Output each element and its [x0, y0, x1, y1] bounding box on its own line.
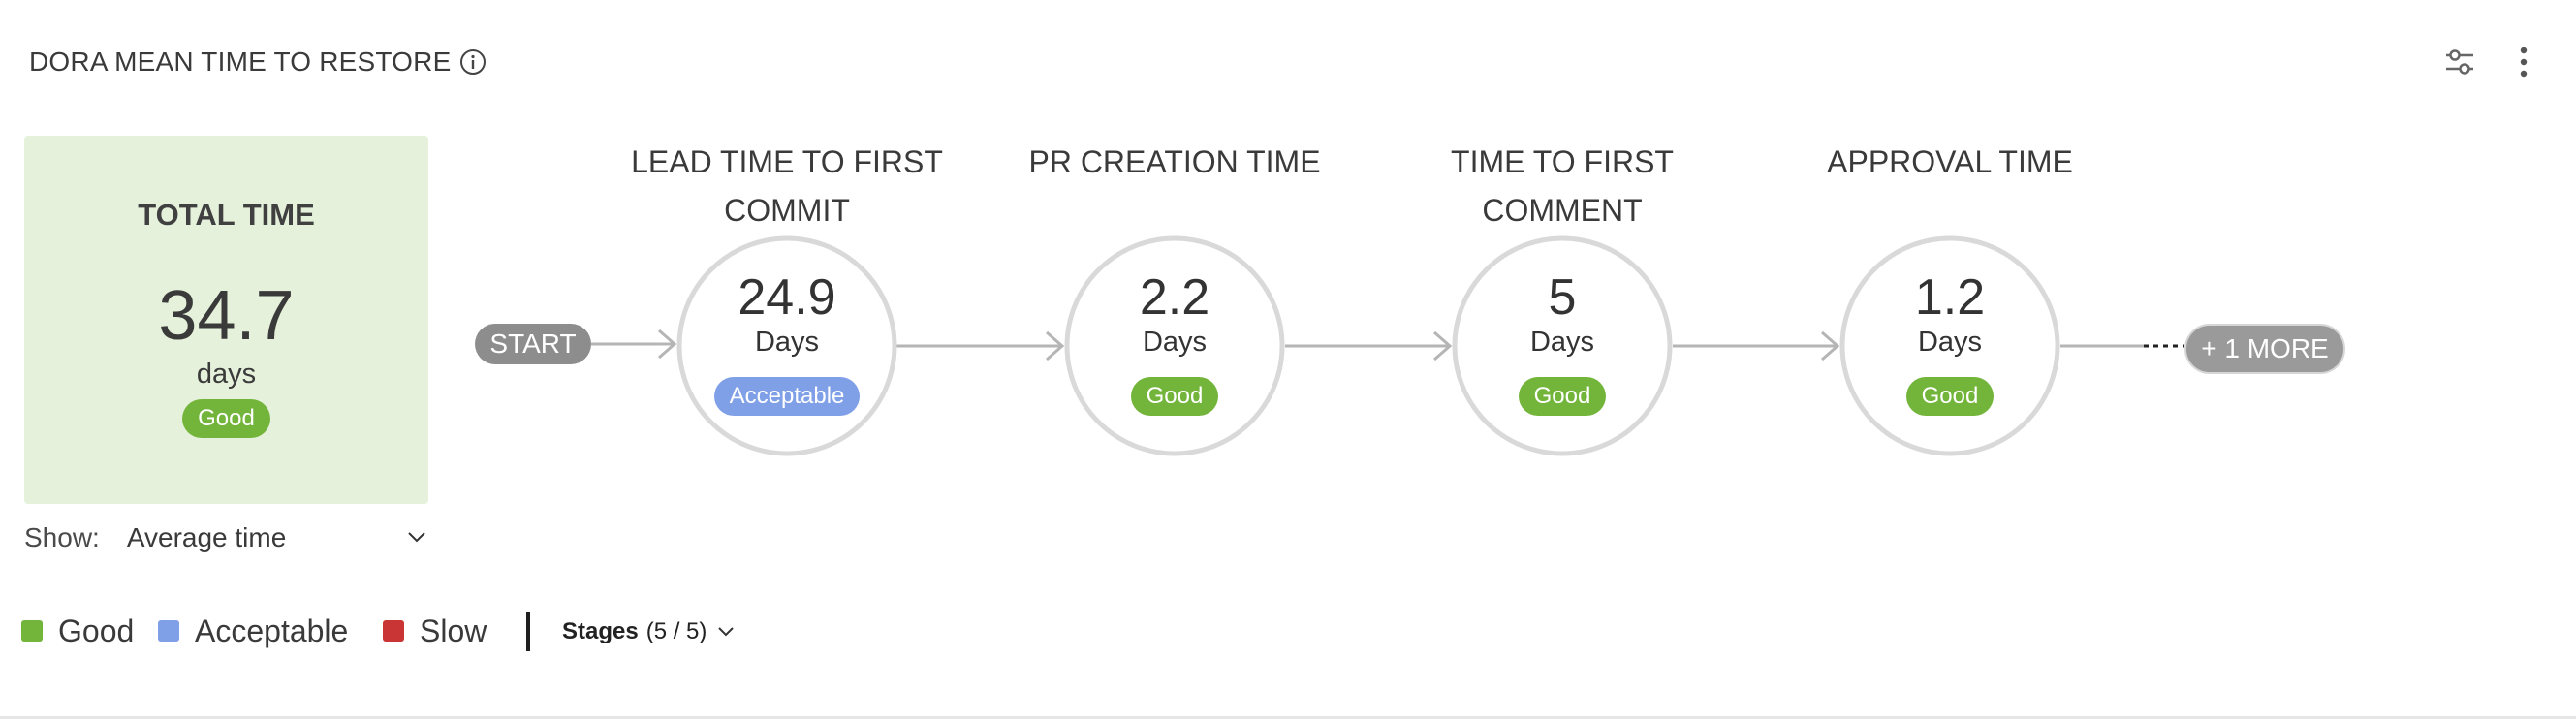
more-stages-button[interactable]: + 1 MORE: [2184, 324, 2345, 374]
stage-label-line: COMMIT: [724, 193, 850, 228]
stage-unit: Days: [1529, 327, 1595, 358]
stages-filter-label: Stages: [562, 618, 639, 644]
legend-swatch-good: [21, 620, 43, 642]
stage-badge-wrap: Good: [1840, 377, 2059, 416]
stage-value: 2.2: [1139, 269, 1210, 326]
stage-badge-wrap: Acceptable: [677, 377, 896, 416]
legend-label: Good: [58, 612, 135, 648]
status-badge: Good: [1130, 377, 1219, 416]
stage-label-first-comment: TIME TO FIRST COMMENT: [1398, 138, 1727, 235]
stage-unit: Days: [1142, 327, 1208, 358]
bottom-divider: [0, 716, 2576, 719]
start-marker: START: [475, 324, 591, 364]
legend-label: Slow: [420, 612, 487, 648]
stage-unit: Days: [754, 327, 820, 358]
stages-filter-count: (5 / 5): [645, 618, 707, 644]
legend-divider: [526, 612, 530, 651]
stage-unit: Days: [1917, 327, 1983, 358]
stage-label-lead-time: LEAD TIME TO FIRST COMMIT: [622, 138, 952, 235]
stage-label-approval: APPROVAL TIME: [1785, 138, 2115, 186]
stage-badge-wrap: Good: [1453, 377, 1672, 416]
legend-item-good: Good: [21, 611, 134, 651]
stage-value: 1.2: [1914, 269, 1986, 326]
stage-label-pr-creation: PR CREATION TIME: [1010, 138, 1339, 186]
status-badge: Acceptable: [713, 377, 861, 416]
legend-swatch-acceptable: [158, 620, 179, 642]
status-badge: Good: [1518, 377, 1607, 416]
stage-label-line: APPROVAL TIME: [1827, 144, 2073, 179]
stage-value: 5: [1548, 269, 1577, 326]
legend-label: Acceptable: [195, 612, 349, 648]
stage-label-line: LEAD TIME TO FIRST: [631, 144, 943, 179]
status-badge: Good: [1905, 377, 1995, 416]
stage-label-line: PR CREATION TIME: [1028, 144, 1321, 179]
legend-swatch-slow: [383, 620, 404, 642]
stage-value: 24.9: [738, 269, 836, 326]
stages-filter-dropdown[interactable]: Stages (5 / 5): [562, 614, 736, 649]
legend-item-acceptable: Acceptable: [158, 611, 348, 651]
stage-label-line: TIME TO FIRST: [1451, 144, 1674, 179]
chevron-down-icon[interactable]: [716, 622, 736, 642]
legend-item-slow: Slow: [383, 611, 487, 651]
stage-label-line: COMMENT: [1482, 193, 1643, 228]
stage-badge-wrap: Good: [1065, 377, 1284, 416]
